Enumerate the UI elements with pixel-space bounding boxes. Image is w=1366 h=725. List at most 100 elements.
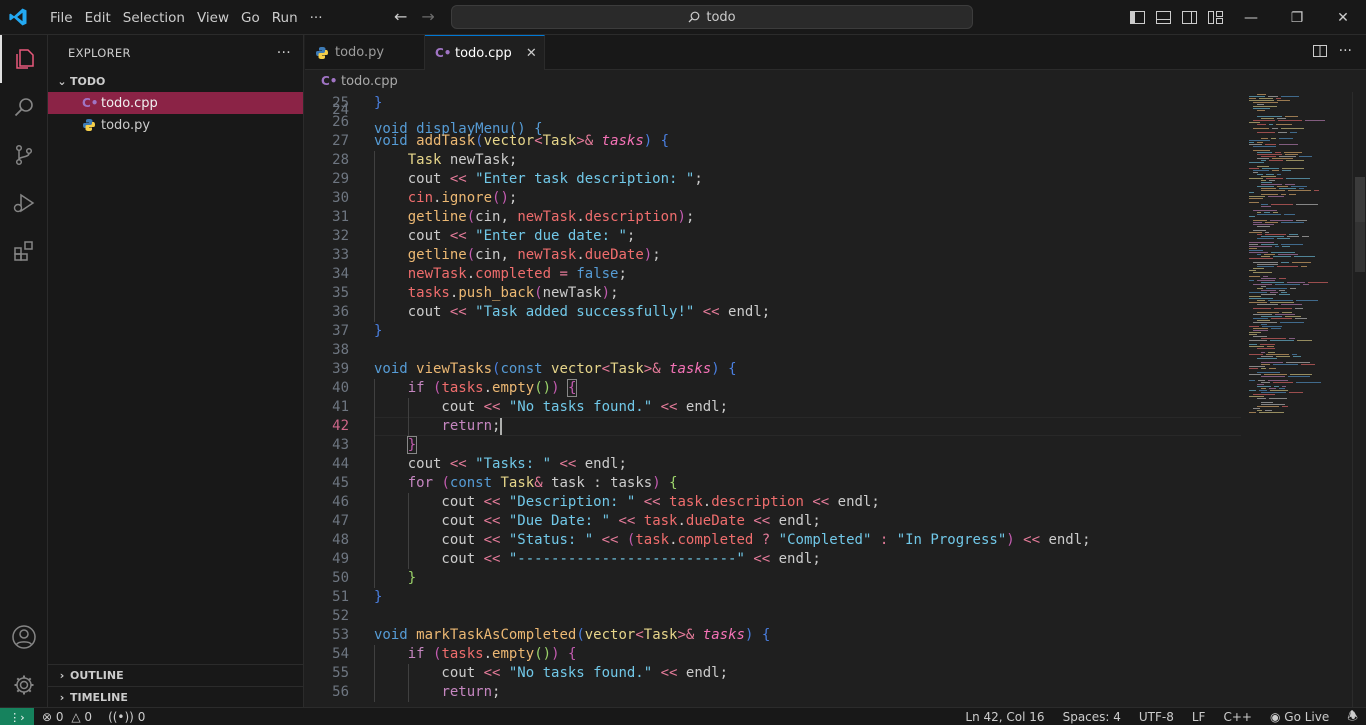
minimap-line (1249, 296, 1261, 297)
minimap-line (1277, 118, 1286, 119)
code-editor[interactable]: 24 void displayMenu() { 25} 26 27 void addT… (305, 92, 1241, 707)
code-text: cout << "No tasks found." << endl; (374, 399, 729, 415)
minimap-line (1274, 386, 1279, 387)
explorer-more-actions[interactable]: ··· (277, 45, 291, 61)
go-live-button[interactable]: ◉ Go Live (1270, 710, 1329, 724)
settings-gear-icon[interactable] (0, 661, 48, 709)
remote-indicator-icon[interactable]: ⋮› (0, 708, 34, 725)
line-number: 33 (332, 247, 349, 263)
minimize-icon[interactable]: — (1228, 0, 1274, 35)
minimap-line (1253, 408, 1260, 409)
file-item-todo-py[interactable]: todo.py (48, 114, 303, 136)
minimap-line (1249, 366, 1265, 367)
outline-section[interactable]: › OUTLINE (48, 664, 304, 686)
minimap-line (1249, 242, 1274, 243)
split-editor-icon[interactable] (1312, 44, 1327, 62)
cursor-position[interactable]: Ln 42, Col 16 (965, 710, 1044, 724)
minimap-line (1249, 276, 1260, 277)
minimap-line (1249, 326, 1259, 327)
minimap-line (1257, 348, 1275, 349)
menu-edit[interactable]: Edit (79, 10, 117, 26)
toggle-primary-sidebar-icon[interactable] (1128, 8, 1146, 26)
accounts-icon[interactable] (0, 613, 48, 661)
folder-todo[interactable]: ⌄ TODO (48, 70, 303, 92)
editor-scrollbar[interactable] (1352, 92, 1366, 707)
menu-more[interactable]: ··· (304, 10, 329, 26)
source-control-icon[interactable] (0, 131, 48, 179)
code-line: 49 cout << "--------------------------" … (305, 550, 1241, 569)
run-debug-icon[interactable] (0, 179, 48, 227)
vscode-logo-icon (9, 8, 27, 26)
more-actions-icon[interactable]: ··· (1339, 44, 1352, 62)
minimap-line (1259, 390, 1267, 391)
minimap-line (1258, 380, 1265, 381)
command-center-search[interactable]: todo (451, 5, 973, 29)
notifications-bell-icon[interactable]: 🕭 (1347, 707, 1358, 725)
minimap-line (1257, 398, 1266, 399)
minimap-line (1289, 234, 1298, 235)
restore-icon[interactable]: ❐ (1274, 0, 1320, 35)
ports-indicator[interactable]: ((•)) 0 (108, 710, 145, 724)
breadcrumb-file[interactable]: todo.cpp (341, 74, 398, 89)
forward-arrow-icon[interactable]: → (421, 8, 434, 26)
minimap-line (1271, 318, 1292, 319)
menu-run[interactable]: Run (266, 10, 304, 26)
minimap-line (1257, 280, 1275, 281)
minimap-line (1257, 132, 1275, 133)
language-mode[interactable]: C++ (1223, 710, 1252, 724)
problems-indicator[interactable]: ⊗ 0 △ 0 (42, 710, 92, 724)
minimap-line (1264, 374, 1287, 375)
minimap-line (1290, 288, 1296, 289)
end-of-line[interactable]: LF (1192, 710, 1206, 724)
minimap-line (1257, 174, 1263, 175)
menu-view[interactable]: View (191, 10, 235, 26)
close-window-icon[interactable]: ✕ (1320, 0, 1366, 35)
minimap-line (1269, 398, 1287, 399)
minimap-line (1287, 236, 1299, 237)
explorer-icon[interactable] (0, 35, 48, 83)
encoding[interactable]: UTF-8 (1139, 710, 1174, 724)
customize-layout-icon[interactable] (1206, 8, 1224, 26)
minimap-line (1265, 234, 1286, 235)
timeline-section[interactable]: › TIMELINE (48, 686, 304, 708)
back-arrow-icon[interactable]: ← (394, 8, 407, 26)
minimap-line (1249, 292, 1267, 293)
minimap-line (1270, 220, 1293, 221)
scrollbar-thumb[interactable] (1355, 177, 1365, 222)
title-bar: File Edit Selection View Go Run ··· ← → … (0, 0, 1366, 35)
minimap-line (1261, 278, 1276, 279)
minimap-line (1257, 94, 1266, 95)
toggle-secondary-sidebar-icon[interactable] (1180, 8, 1198, 26)
minimap[interactable] (1241, 92, 1351, 707)
minimap-line (1253, 172, 1258, 173)
menu-selection[interactable]: Selection (117, 10, 191, 26)
line-number: 38 (332, 342, 349, 358)
search-text: todo (706, 9, 736, 25)
line-number: 34 (332, 266, 349, 282)
indentation[interactable]: Spaces: 4 (1063, 710, 1121, 724)
tab-todo-cpp[interactable]: C• todo.cpp ✕ (425, 35, 545, 70)
minimap-line (1278, 120, 1302, 121)
minimap-line (1261, 204, 1268, 205)
menu-go[interactable]: Go (235, 10, 266, 26)
code-text: if (tasks.empty()) { (407, 646, 577, 662)
minimap-line (1266, 174, 1274, 175)
minimap-line (1261, 206, 1271, 207)
minimap-line (1261, 244, 1278, 245)
minimap-line (1288, 190, 1311, 191)
code-line: 38 (305, 341, 1241, 360)
code-line: 30 cin.ignore(); (305, 189, 1241, 208)
toggle-panel-icon[interactable] (1154, 8, 1172, 26)
code-line: 39 void viewTasks(const vector<Task>& tas… (305, 360, 1241, 379)
minimap-line (1289, 194, 1296, 195)
minimap-line (1261, 176, 1276, 177)
tab-todo-py[interactable]: todo.py (305, 35, 425, 70)
extensions-icon[interactable] (0, 227, 48, 275)
minimap-line (1249, 340, 1267, 341)
search-view-icon[interactable] (0, 83, 48, 131)
file-item-todo-cpp[interactable]: C• todo.cpp (48, 92, 303, 114)
minimap-line (1293, 356, 1301, 357)
menu-file[interactable]: File (44, 10, 79, 26)
code-line: 28 Task newTask; (305, 151, 1241, 170)
close-tab-icon[interactable]: ✕ (526, 46, 537, 61)
